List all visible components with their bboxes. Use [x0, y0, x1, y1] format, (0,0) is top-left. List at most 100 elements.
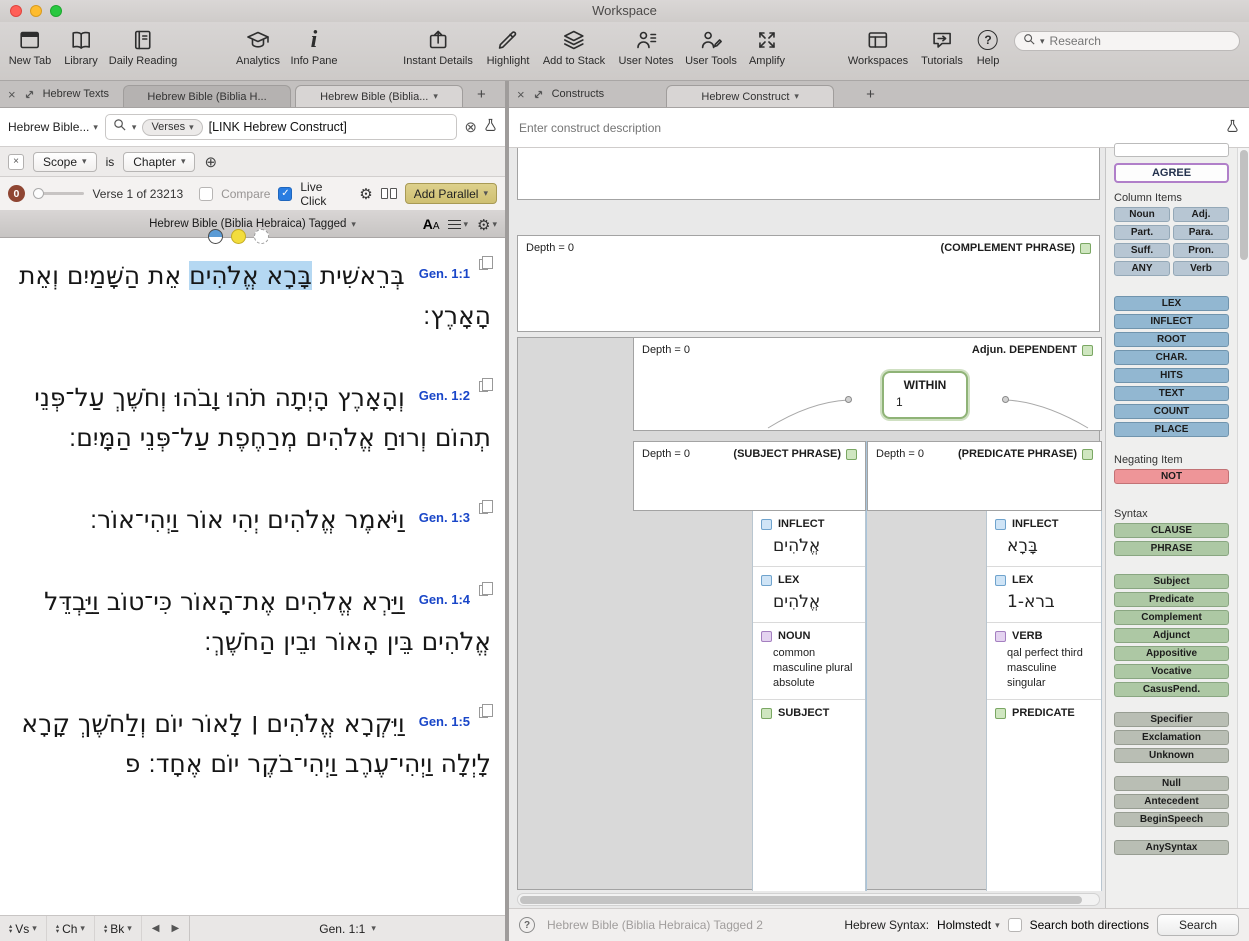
- vertical-scrollbar[interactable]: [1237, 148, 1249, 908]
- palette-button[interactable]: Appositive: [1114, 646, 1229, 661]
- paragraph-format-button[interactable]: ▾: [448, 219, 468, 230]
- item-checkbox[interactable]: [761, 575, 772, 586]
- palette-button[interactable]: PLACE: [1114, 422, 1229, 437]
- item-value[interactable]: ברא-1: [987, 586, 1101, 616]
- live-click-settings-icon[interactable]: ⚙: [359, 185, 372, 203]
- phrase-checkbox[interactable]: [1080, 243, 1091, 254]
- palette-button[interactable]: Predicate: [1114, 592, 1229, 607]
- connector-dot[interactable]: [1002, 396, 1009, 403]
- font-size-button[interactable]: AA: [423, 216, 440, 234]
- complement-phrase-box[interactable]: Depth = 0 (COMPLEMENT PHRASE): [517, 235, 1100, 332]
- live-click-checkbox[interactable]: ✓: [278, 187, 292, 201]
- palette-button[interactable]: Null: [1114, 776, 1229, 791]
- copy-verse-icon[interactable]: [479, 503, 488, 514]
- research-search-box[interactable]: ▾: [1014, 31, 1240, 51]
- copy-verse-icon[interactable]: [479, 259, 488, 270]
- item-checkbox[interactable]: [995, 708, 1006, 719]
- tab-hebrew-construct[interactable]: Hebrew Construct ▾: [666, 85, 834, 107]
- subject-item-column[interactable]: INFLECT אֱלֹהִים LEX אֱלֹהִים NOUN commo…: [752, 511, 866, 891]
- palette-button[interactable]: Pron.: [1173, 243, 1229, 258]
- palette-button[interactable]: ANY: [1114, 261, 1170, 276]
- scrollbar-thumb[interactable]: [1240, 150, 1248, 260]
- add-filter-button[interactable]: ⊕: [204, 153, 217, 171]
- item-value[interactable]: qal perfect third masculine singular: [987, 642, 1101, 693]
- item-checkbox[interactable]: [995, 631, 1006, 642]
- construct-canvas[interactable]: Depth = 0 (COMPLEMENT PHRASE) Depth = 0 …: [509, 148, 1105, 908]
- text-settings-button[interactable]: ⚙▾: [477, 216, 497, 234]
- syntax-model-dropdown[interactable]: Holmstedt ▾: [937, 918, 1000, 932]
- palette-button[interactable]: Adjunct: [1114, 628, 1229, 643]
- item-value[interactable]: אֱלֹהִים: [753, 530, 865, 560]
- verse-slider[interactable]: [33, 192, 85, 195]
- expand-zone-icon[interactable]: [533, 89, 544, 100]
- info-pane-button[interactable]: i Info Pane: [290, 26, 337, 67]
- expand-zone-icon[interactable]: [24, 89, 35, 100]
- daily-reading-button[interactable]: Daily Reading: [109, 26, 177, 67]
- chapter-stepper[interactable]: ▴▾ Ch ▾: [47, 916, 95, 941]
- construct-description-input[interactable]: [519, 121, 1218, 135]
- search-button[interactable]: Search: [1157, 914, 1239, 936]
- item-checkbox[interactable]: [995, 575, 1006, 586]
- remove-filter-button[interactable]: ×: [8, 154, 24, 170]
- phrase-checkbox[interactable]: [1082, 345, 1093, 356]
- slider-knob[interactable]: [33, 188, 44, 199]
- verse-ref[interactable]: Gen. 1:5: [419, 714, 470, 729]
- tab-hebrew-bible-1[interactable]: Hebrew Bible (Biblia H...: [123, 85, 291, 107]
- palette-button[interactable]: ROOT: [1114, 332, 1229, 347]
- copy-verse-icon[interactable]: [479, 381, 488, 392]
- subject-phrase-box[interactable]: Depth = 0 (SUBJECT PHRASE): [633, 441, 866, 511]
- close-zone-icon[interactable]: ×: [517, 87, 525, 102]
- item-checkbox[interactable]: [761, 708, 772, 719]
- user-notes-button[interactable]: User Notes: [618, 26, 673, 67]
- instant-details-button[interactable]: Instant Details: [403, 26, 473, 67]
- palette-button[interactable]: Subject: [1114, 574, 1229, 589]
- palette-button[interactable]: Specifier: [1114, 712, 1229, 727]
- amplify-button[interactable]: Amplify: [749, 26, 785, 67]
- research-input[interactable]: [1050, 34, 1220, 48]
- compare-checkbox[interactable]: [199, 187, 213, 201]
- add-tab-button[interactable]: +: [866, 86, 875, 103]
- palette-button[interactable]: INFLECT: [1114, 314, 1229, 329]
- any-syntax-button[interactable]: AnySyntax: [1114, 840, 1229, 855]
- add-to-stack-button[interactable]: Add to Stack: [543, 26, 605, 67]
- construct-item-verb[interactable]: VERB qal perfect third masculine singula…: [987, 623, 1101, 700]
- construct-item-noun[interactable]: NOUN common masculine plural absolute: [753, 623, 865, 700]
- construct-item-lex[interactable]: LEX ברא-1: [987, 567, 1101, 623]
- palette-button[interactable]: CLAUSE: [1114, 523, 1229, 538]
- within-value[interactable]: 1: [896, 395, 966, 409]
- palette-button[interactable]: Suff.: [1114, 243, 1170, 258]
- tutorials-button[interactable]: Tutorials: [921, 26, 963, 67]
- connector-dot[interactable]: [845, 396, 852, 403]
- palette-button[interactable]: Part.: [1114, 225, 1170, 240]
- current-reference-dropdown[interactable]: Gen. 1:1 ▾: [189, 916, 505, 941]
- predicate-item-column[interactable]: INFLECT בָּרָא LEX ברא-1 VERB qal perfec…: [986, 511, 1102, 891]
- palette-button[interactable]: Complement: [1114, 610, 1229, 625]
- help-icon[interactable]: ?: [519, 917, 535, 933]
- add-parallel-button[interactable]: Add Parallel ▾: [405, 183, 497, 204]
- scope-dropdown[interactable]: Scope ▾: [33, 152, 97, 172]
- palette-button[interactable]: Verb: [1173, 261, 1229, 276]
- construct-item-predicate[interactable]: PREDICATE: [987, 700, 1101, 725]
- clear-search-icon[interactable]: ⊗: [464, 118, 477, 136]
- workspaces-button[interactable]: Workspaces: [848, 26, 908, 67]
- item-value[interactable]: אֱלֹהִים: [753, 586, 865, 616]
- construct-outer-container[interactable]: Depth = 0 Adjun. DEPENDENT WITHIN 1: [517, 337, 1100, 890]
- verse-ref[interactable]: Gen. 1:4: [419, 592, 470, 607]
- verse-ref[interactable]: Gen. 1:1: [419, 266, 470, 281]
- construct-item-subject[interactable]: SUBJECT: [753, 700, 865, 725]
- not-button[interactable]: NOT: [1114, 469, 1229, 484]
- scrollbar-thumb[interactable]: [520, 896, 1082, 904]
- agree-button[interactable]: AGREE: [1114, 163, 1229, 183]
- palette-button[interactable]: PHRASE: [1114, 541, 1229, 556]
- phrase-checkbox[interactable]: [1082, 449, 1093, 460]
- new-tab-button[interactable]: New Tab: [9, 26, 52, 67]
- both-directions-checkbox[interactable]: [1008, 918, 1022, 932]
- module-selector[interactable]: Hebrew Bible... ▾: [8, 120, 98, 134]
- panes-icon[interactable]: [381, 188, 397, 199]
- horizontal-scrollbar[interactable]: [517, 893, 1100, 906]
- user-tools-button[interactable]: User Tools: [685, 26, 737, 67]
- construct-box-partial[interactable]: [517, 148, 1100, 200]
- add-tab-button[interactable]: +: [477, 86, 486, 103]
- construct-item-inflect[interactable]: INFLECT בָּרָא: [987, 511, 1101, 567]
- bible-text-pane[interactable]: Gen. 1:1 בְּרֵאשִׁית בָּרָא אֱלֹהִים אֵת…: [0, 238, 505, 915]
